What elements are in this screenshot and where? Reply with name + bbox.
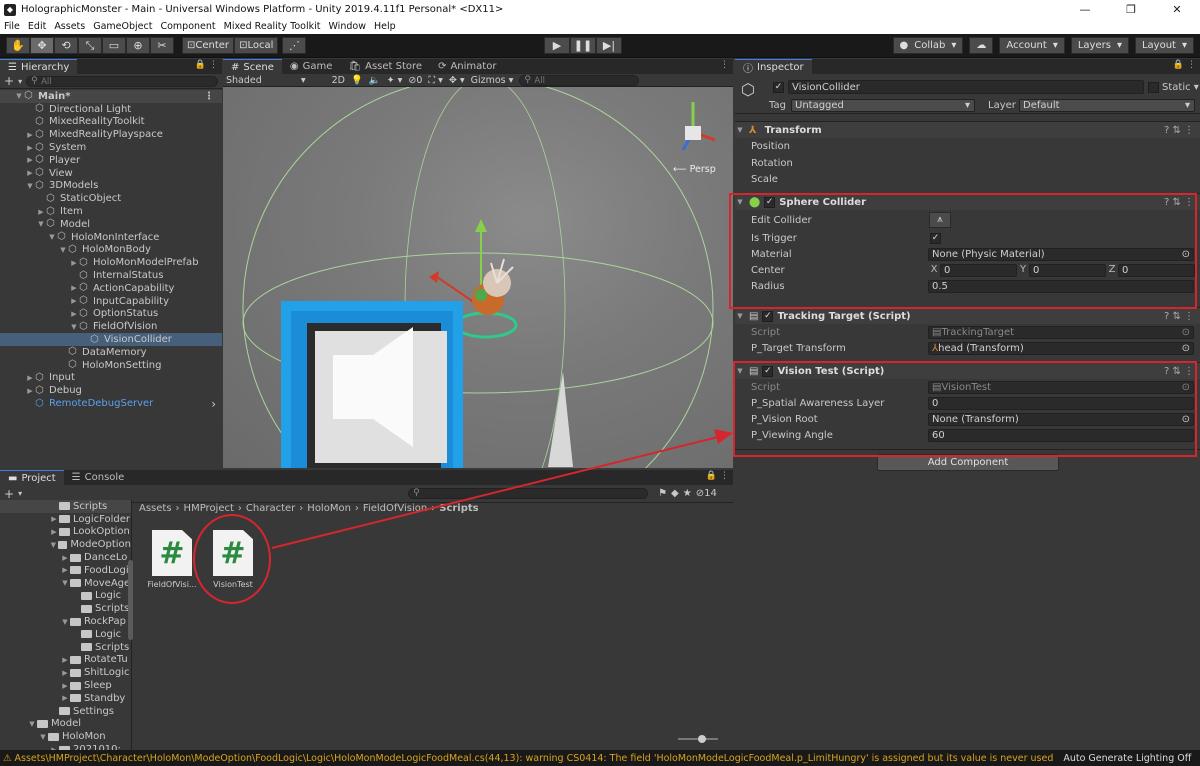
console-message[interactable]: Assets\HMProject\Character\HoloMon\ModeO… [15, 753, 1054, 764]
status-bar: ⚠ Assets\HMProject\Character\HoloMon\Mod… [0, 750, 1200, 766]
unity-editor: ◆ HolographicMonster - Main - Universal … [0, 0, 1200, 766]
warning-icon: ⚠ [3, 752, 12, 764]
annotation-arrow [271, 429, 733, 549]
auto-lighting-status[interactable]: Auto Generate Lighting Off [1053, 752, 1200, 764]
